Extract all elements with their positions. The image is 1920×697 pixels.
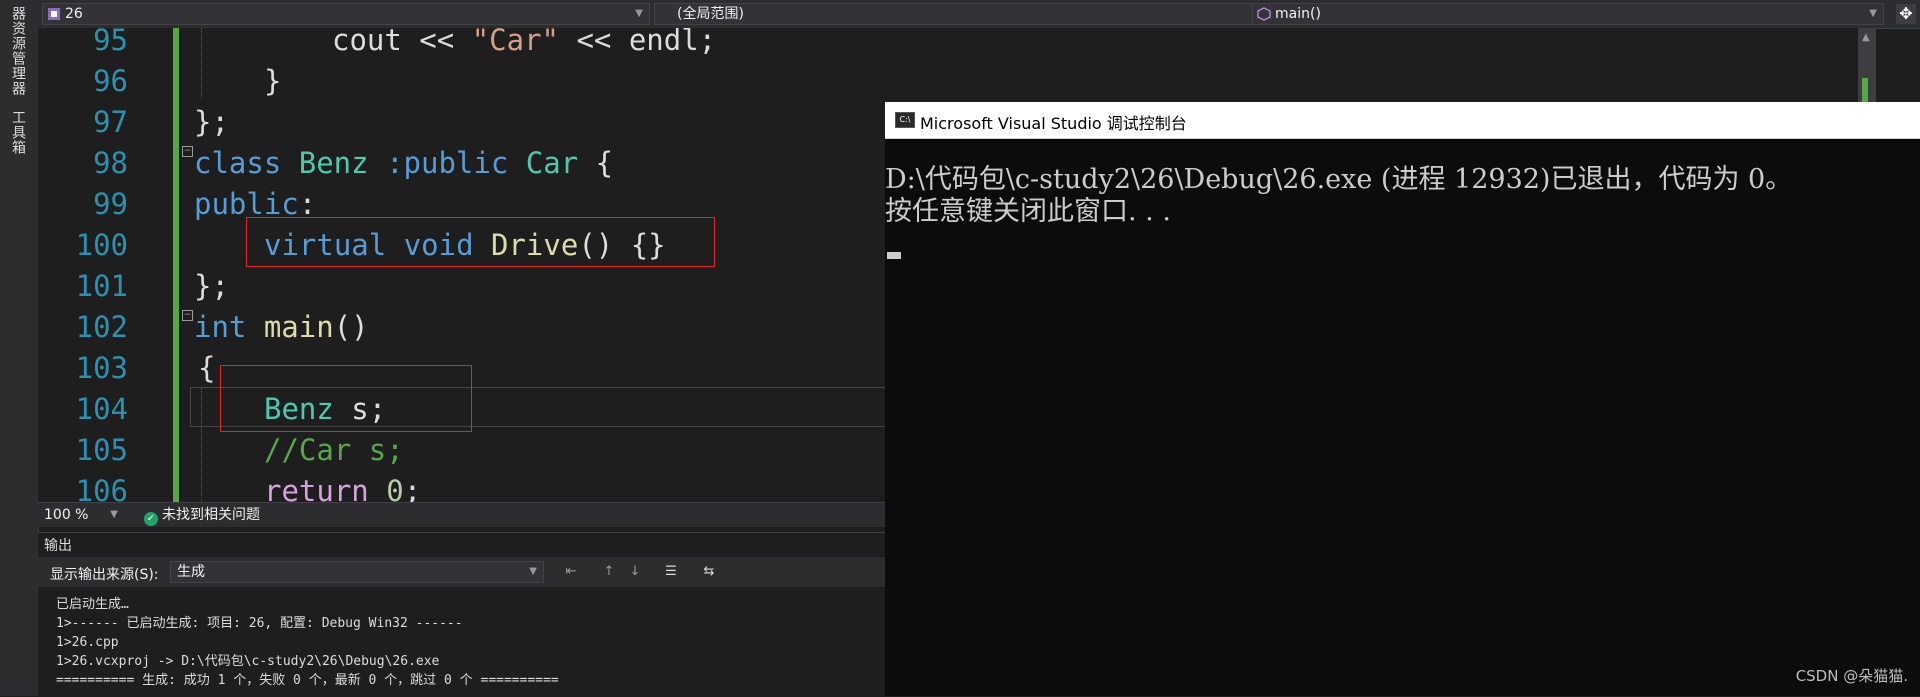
fold-toggle[interactable]: − — [182, 146, 193, 157]
output-log: 已启动生成… 1>------ 已启动生成: 项目: 26, 配置: Debug … — [56, 595, 559, 690]
code-line-103: { — [198, 351, 216, 385]
member-icon — [1257, 7, 1271, 21]
project-dropdown[interactable]: 26 ▼ — [42, 3, 650, 25]
scope-dropdown[interactable]: (全局范围) ▼ — [654, 3, 1284, 25]
output-source-dropdown[interactable]: 生成 ▼ — [170, 561, 544, 583]
scroll-up-icon[interactable]: ▲ — [1862, 32, 1870, 43]
side-tab-explorer[interactable]: 器资源管理器 — [8, 6, 28, 96]
line-number: 102 — [75, 310, 128, 344]
member-dropdown-label: main() — [1275, 6, 1321, 22]
annotation-box-benz — [220, 365, 472, 432]
code-line-106: return 0; — [264, 474, 422, 502]
fold-toggle[interactable]: − — [182, 310, 193, 321]
clear-all-icon[interactable]: ☰ — [662, 563, 680, 581]
console-line: 按任意键关闭此窗口. . . — [885, 196, 1171, 227]
console-title: Microsoft Visual Studio 调试控制台 — [920, 114, 1187, 133]
side-tool-strip: 器资源管理器 工具箱 — [0, 0, 39, 696]
chevron-down-icon: ▼ — [529, 566, 537, 577]
console-line: D:\代码包\c-study2\26\Debug\26.exe (进程 1293… — [885, 164, 1793, 195]
chevron-down-icon: ▼ — [110, 509, 118, 520]
output-log-line: 1>26.cpp — [56, 635, 119, 650]
line-number: 95 — [93, 28, 128, 57]
output-log-line: 已启动生成… — [56, 597, 129, 612]
code-line-102: int main() — [194, 310, 369, 344]
zoom-level: 100 % — [44, 507, 89, 523]
output-log-line: ========== 生成: 成功 1 个，失败 0 个，最新 0 个，跳过 0… — [56, 673, 559, 688]
line-number: 101 — [75, 269, 128, 303]
annotation-box-drive — [246, 217, 715, 267]
console-cursor — [887, 252, 901, 259]
member-dropdown[interactable]: main() ▼ — [1252, 3, 1884, 25]
console-output: D:\代码包\c-study2\26\Debug\26.exe (进程 1293… — [885, 164, 1792, 228]
project-dropdown-label: 26 — [65, 6, 83, 22]
line-number: 104 — [75, 392, 128, 426]
code-line-95: cout << "Car" << endl; — [332, 28, 717, 57]
output-log-line: 1>------ 已启动生成: 项目: 26, 配置: Debug Win32 … — [56, 616, 463, 631]
split-icon[interactable]: ✥ — [1896, 4, 1916, 24]
chevron-down-icon: ▼ — [635, 8, 643, 19]
line-number: 99 — [93, 187, 128, 221]
scope-dropdown-label: (全局范围) — [677, 6, 744, 22]
output-title: 输出 — [44, 538, 72, 554]
line-number: 105 — [75, 433, 128, 467]
line-number-gutter: 95 96 97 98 99 100 101 102 103 104 105 1… — [38, 28, 148, 502]
code-line-97: }; — [194, 105, 229, 139]
project-icon — [48, 8, 60, 20]
output-source-value: 生成 — [177, 564, 205, 580]
output-source-label: 显示输出来源(S): — [50, 567, 159, 583]
code-line-96: } — [264, 64, 282, 98]
issues-indicator[interactable]: ✓ 未找到相关问题 — [144, 504, 260, 526]
next-message-icon[interactable]: ↓ — [626, 563, 644, 581]
console-app-icon: C:\ — [895, 112, 915, 128]
line-number: 97 — [93, 105, 128, 139]
previous-message-icon[interactable]: ↑ — [600, 563, 618, 581]
word-wrap-icon[interactable]: ⇆ — [700, 563, 718, 581]
line-number: 103 — [75, 351, 128, 385]
code-line-105: //Car s; — [264, 433, 404, 467]
zoom-dropdown[interactable]: 100 % ▼ — [44, 504, 118, 524]
line-number: 98 — [93, 146, 128, 180]
debug-console-window[interactable]: C:\ Microsoft Visual Studio 调试控制台 D:\代码包… — [885, 102, 1920, 696]
issues-text: 未找到相关问题 — [162, 507, 260, 523]
line-number: 106 — [75, 474, 128, 502]
chevron-down-icon: ▼ — [1869, 8, 1877, 19]
side-tab-toolbox[interactable]: 工具箱 — [8, 110, 28, 155]
line-number: 100 — [75, 228, 128, 262]
code-line-98: class Benz :public Car { — [194, 146, 614, 180]
navigation-bar: 26 ▼ (全局范围) ▼ main() ▼ ✥ — [38, 0, 1920, 29]
check-icon: ✓ — [144, 512, 158, 526]
watermark: CSDN @朵猫猫. — [1795, 667, 1908, 685]
code-line-101: }; — [194, 269, 229, 303]
indent-guide — [201, 28, 202, 98]
goto-message-icon[interactable]: ⇤ — [562, 563, 580, 581]
line-number: 96 — [93, 64, 128, 98]
output-log-line: 1>26.vcxproj -> D:\代码包\c-study2\26\Debug… — [56, 654, 440, 669]
change-tracking-bar — [173, 28, 179, 502]
console-title-bar[interactable]: C:\ Microsoft Visual Studio 调试控制台 — [885, 102, 1920, 139]
